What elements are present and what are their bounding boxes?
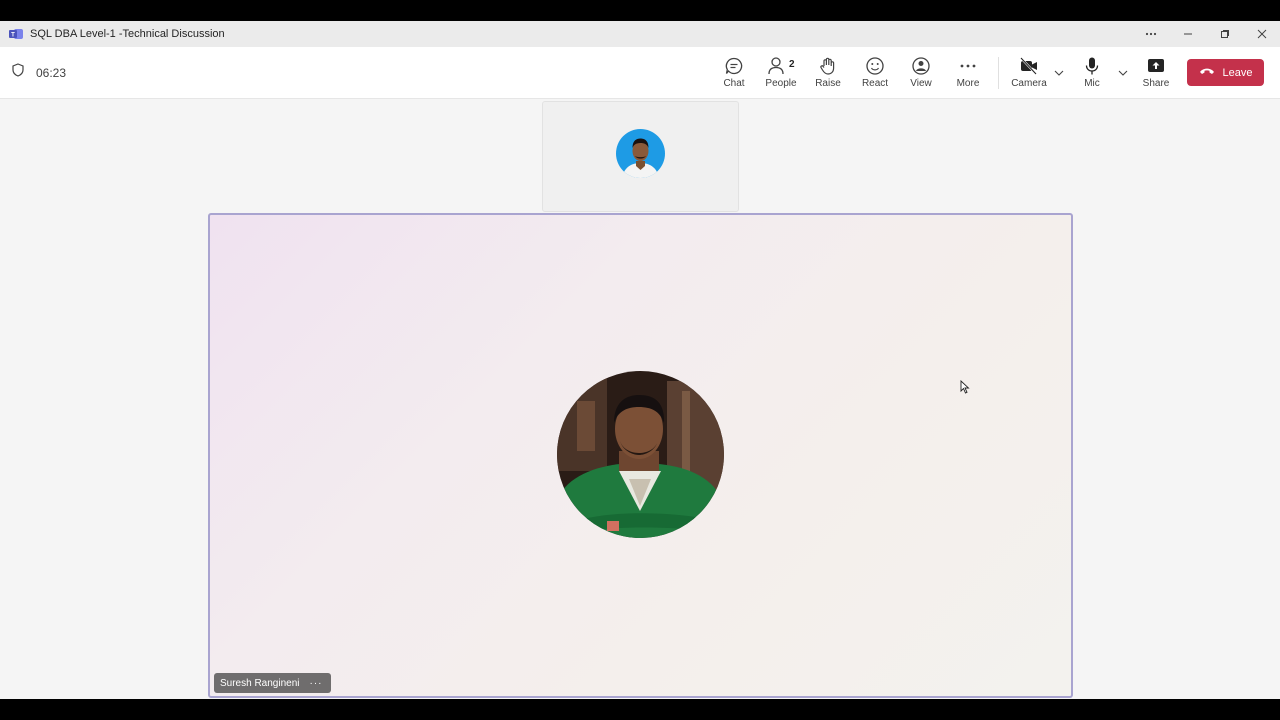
people-icon: 2 [767, 55, 795, 77]
participant-more-options-icon[interactable]: ··· [310, 678, 323, 689]
view-label: View [910, 78, 932, 89]
share-screen-icon [1146, 55, 1166, 77]
microphone-icon [1082, 55, 1102, 77]
camera-off-icon [1019, 55, 1039, 77]
participant-name: Suresh Rangineni [220, 677, 300, 689]
share-label: Share [1142, 78, 1170, 89]
more-options-icon[interactable] [1132, 21, 1169, 47]
share-button[interactable]: Share [1132, 55, 1180, 95]
svg-text:T: T [11, 33, 15, 39]
mic-label: Mic [1084, 78, 1100, 89]
people-button[interactable]: 2 People [757, 55, 805, 95]
participant-avatar [557, 371, 724, 538]
mic-button[interactable]: Mic [1068, 55, 1116, 95]
meeting-toolbar: 06:23 Chat 2 People Raise React View Mor… [0, 47, 1280, 99]
self-video-tile[interactable] [542, 101, 739, 212]
minimize-icon[interactable] [1169, 21, 1206, 47]
hang-up-icon [1199, 66, 1215, 79]
react-button[interactable]: React [851, 55, 899, 95]
timer-text: 06:23 [36, 65, 67, 80]
close-icon[interactable] [1243, 21, 1280, 47]
teams-logo-icon: T [9, 27, 23, 41]
smiley-icon [865, 55, 885, 77]
hand-icon [818, 55, 838, 77]
chat-label: Chat [723, 78, 745, 89]
chat-button[interactable]: Chat [710, 55, 758, 95]
main-participant-tile[interactable]: Suresh Rangineni ··· [208, 213, 1073, 698]
more-button[interactable]: More [944, 55, 992, 95]
leave-button[interactable]: Leave [1187, 59, 1264, 86]
participant-name-badge: Suresh Rangineni ··· [214, 673, 331, 693]
meeting-timer: 06:23 [11, 63, 66, 82]
camera-button[interactable]: Camera [1005, 55, 1053, 95]
more-label: More [956, 78, 980, 89]
chat-icon [724, 55, 744, 77]
window-controls [1132, 21, 1280, 47]
window-title: SQL DBA Level-1 -Technical Discussion [30, 28, 225, 40]
people-count: 2 [789, 59, 795, 70]
people-label: People [765, 78, 797, 89]
more-dots-icon [958, 55, 978, 77]
self-avatar [616, 129, 665, 178]
react-label: React [861, 78, 889, 89]
teams-meeting-window: T SQL DBA Level-1 -Technical Discussion [0, 21, 1280, 699]
shield-icon [11, 63, 25, 82]
restore-icon[interactable] [1206, 21, 1243, 47]
camera-options-chevron-icon[interactable] [1052, 66, 1066, 80]
title-bar: T SQL DBA Level-1 -Technical Discussion [0, 21, 1280, 47]
toolbar-divider [998, 57, 999, 89]
view-button[interactable]: View [897, 55, 945, 95]
view-icon [911, 55, 931, 77]
raise-label: Raise [815, 78, 841, 89]
leave-label: Leave [1222, 66, 1253, 79]
mouse-cursor-icon [960, 379, 970, 394]
mic-options-chevron-icon[interactable] [1116, 66, 1130, 80]
camera-label: Camera [1011, 78, 1047, 89]
raise-hand-button[interactable]: Raise [804, 55, 852, 95]
